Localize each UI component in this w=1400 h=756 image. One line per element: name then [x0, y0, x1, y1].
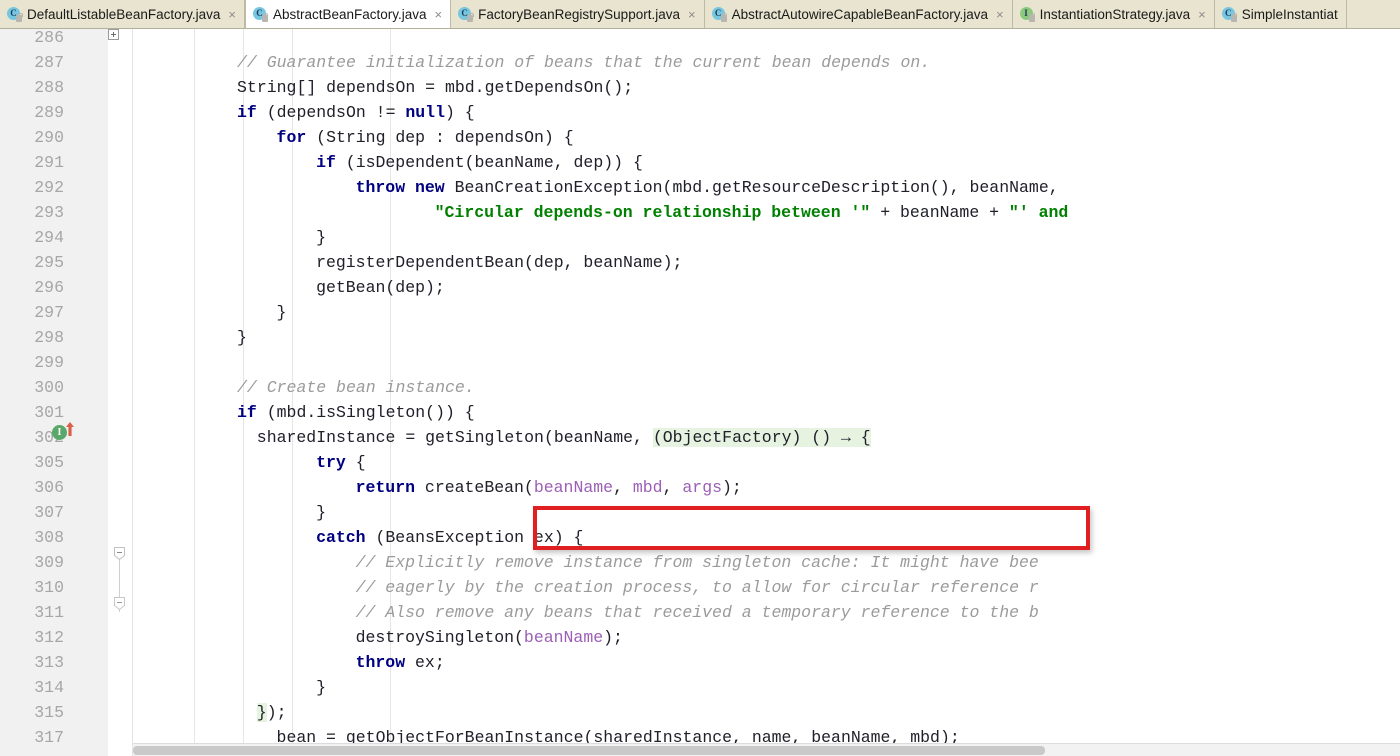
- java-class-icon: C: [1221, 7, 1238, 22]
- close-icon[interactable]: ×: [228, 8, 236, 21]
- code-line[interactable]: try {: [133, 450, 1400, 475]
- editor-tab-label: DefaultListableBeanFactory.java: [27, 7, 221, 22]
- code-line[interactable]: String[] dependsOn = mbd.getDependsOn();: [133, 75, 1400, 100]
- line-number: 286: [34, 29, 64, 47]
- override-arrow-icon[interactable]: [64, 421, 76, 437]
- line-number: 297: [34, 303, 64, 322]
- line-number: 293: [34, 203, 64, 222]
- editor-tab-bar[interactable]: C DefaultListableBeanFactory.java × C Abstra…: [0, 0, 1400, 29]
- line-number: 290: [34, 128, 64, 147]
- java-class-icon: C: [711, 7, 728, 22]
- code-line[interactable]: return createBean(beanName, mbd, args);: [133, 475, 1400, 500]
- code-line[interactable]: if (isDependent(beanName, dep)) {: [133, 150, 1400, 175]
- code-line[interactable]: }: [133, 500, 1400, 525]
- editor-tab-4[interactable]: I InstantiationStrategy.java ×: [1012, 0, 1215, 28]
- code-folding-strip[interactable]: [108, 29, 133, 756]
- lock-icon: [16, 12, 23, 22]
- line-number: 312: [34, 628, 64, 647]
- code-line[interactable]: catch (BeansException ex) {: [133, 525, 1400, 550]
- code-line[interactable]: for (String dep : dependsOn) {: [133, 125, 1400, 150]
- code-line[interactable]: if (mbd.isSingleton()) {: [133, 400, 1400, 425]
- line-number: 313: [34, 653, 64, 672]
- lock-icon: [467, 12, 474, 22]
- close-icon[interactable]: ×: [435, 8, 443, 21]
- code-line[interactable]: sharedInstance = getSingleton(beanName, …: [133, 425, 1400, 450]
- code-line[interactable]: // Create bean instance.: [133, 375, 1400, 400]
- horizontal-scrollbar-thumb[interactable]: [133, 746, 1046, 755]
- code-line[interactable]: [133, 350, 1400, 375]
- code-line[interactable]: }: [133, 300, 1400, 325]
- code-editor[interactable]: 286 287 288 289 290 291 292 293 294 295 296 297 298 2…: [0, 29, 1400, 756]
- line-number: 309: [34, 553, 64, 572]
- line-number: 288: [34, 78, 64, 97]
- editor-tab-2[interactable]: C FactoryBeanRegistrySupport.java ×: [451, 0, 705, 28]
- java-class-icon: C: [7, 7, 23, 22]
- line-number: 301: [34, 403, 64, 422]
- line-number: 308: [34, 528, 64, 547]
- line-number: 292: [34, 178, 64, 197]
- java-class-icon: C: [458, 7, 474, 22]
- line-number: 307: [34, 503, 64, 522]
- code-text-area[interactable]: // Guarantee initialization of beans tha…: [133, 29, 1400, 756]
- code-line[interactable]: }: [133, 675, 1400, 700]
- code-line[interactable]: throw new BeanCreationException(mbd.getR…: [133, 175, 1400, 200]
- editor-tab-1[interactable]: C AbstractBeanFactory.java ×: [244, 0, 452, 28]
- line-number-gutter[interactable]: 286 287 288 289 290 291 292 293 294 295 296 297 298 2…: [0, 29, 108, 756]
- editor-tab-0[interactable]: C DefaultListableBeanFactory.java ×: [0, 0, 245, 28]
- fold-collapse-icon-2[interactable]: [114, 597, 125, 611]
- editor-tab-label: AbstractAutowireCapableBeanFactory.java: [731, 7, 988, 22]
- editor-tab-label: AbstractBeanFactory.java: [272, 7, 427, 22]
- code-line[interactable]: }: [133, 225, 1400, 250]
- lock-icon: [1230, 12, 1238, 22]
- code-line[interactable]: }: [133, 325, 1400, 350]
- line-number: 296: [34, 278, 64, 297]
- close-icon[interactable]: ×: [1198, 8, 1206, 21]
- lock-icon: [720, 12, 728, 22]
- close-icon[interactable]: ×: [688, 8, 696, 21]
- java-interface-icon: I: [1019, 7, 1036, 22]
- code-line[interactable]: });: [133, 700, 1400, 725]
- line-number: 305: [34, 453, 64, 472]
- editor-tab-label: InstantiationStrategy.java: [1039, 7, 1191, 22]
- editor-tab-label: FactoryBeanRegistrySupport.java: [478, 7, 680, 22]
- code-line[interactable]: [133, 29, 1400, 50]
- horizontal-scrollbar[interactable]: [133, 743, 1400, 756]
- line-number: 317: [34, 728, 64, 747]
- line-number: 287: [34, 53, 64, 72]
- code-line[interactable]: if (dependsOn != null) {: [133, 100, 1400, 125]
- line-number: 300: [34, 378, 64, 397]
- code-line[interactable]: throw ex;: [133, 650, 1400, 675]
- code-line[interactable]: "Circular depends-on relationship betwee…: [133, 200, 1400, 225]
- fold-expand-icon[interactable]: [108, 29, 119, 40]
- line-number: 314: [34, 678, 64, 697]
- lock-icon: [261, 12, 269, 22]
- code-line[interactable]: // eagerly by the creation process, to a…: [133, 575, 1400, 600]
- lock-icon: [1028, 12, 1036, 22]
- close-icon[interactable]: ×: [996, 8, 1004, 21]
- editor-tab-label: SimpleInstantiat: [1241, 7, 1338, 22]
- line-number: 291: [34, 153, 64, 172]
- editor-tab-5[interactable]: C SimpleInstantiat: [1214, 0, 1347, 28]
- line-number: 306: [34, 478, 64, 497]
- line-number: 294: [34, 228, 64, 247]
- line-number: 315: [34, 703, 64, 722]
- line-number: 295: [34, 253, 64, 272]
- fold-collapse-icon-1[interactable]: [114, 547, 125, 561]
- line-number: 311: [34, 603, 64, 622]
- code-line[interactable]: // Explicitly remove instance from singl…: [133, 550, 1400, 575]
- code-line[interactable]: registerDependentBean(dep, beanName);: [133, 250, 1400, 275]
- editor-tab-3[interactable]: C AbstractAutowireCapableBeanFactory.java…: [704, 0, 1013, 28]
- code-line[interactable]: getBean(dep);: [133, 275, 1400, 300]
- code-line[interactable]: destroySingleton(beanName);: [133, 625, 1400, 650]
- line-number: 299: [34, 353, 64, 372]
- line-number: 310: [34, 578, 64, 597]
- line-number: 318: [0, 750, 108, 756]
- code-line[interactable]: // Guarantee initialization of beans tha…: [133, 50, 1400, 75]
- java-class-icon: C: [252, 7, 269, 22]
- line-number: 298: [34, 328, 64, 347]
- code-line[interactable]: // Also remove any beans that received a…: [133, 600, 1400, 625]
- line-number: 289: [34, 103, 64, 122]
